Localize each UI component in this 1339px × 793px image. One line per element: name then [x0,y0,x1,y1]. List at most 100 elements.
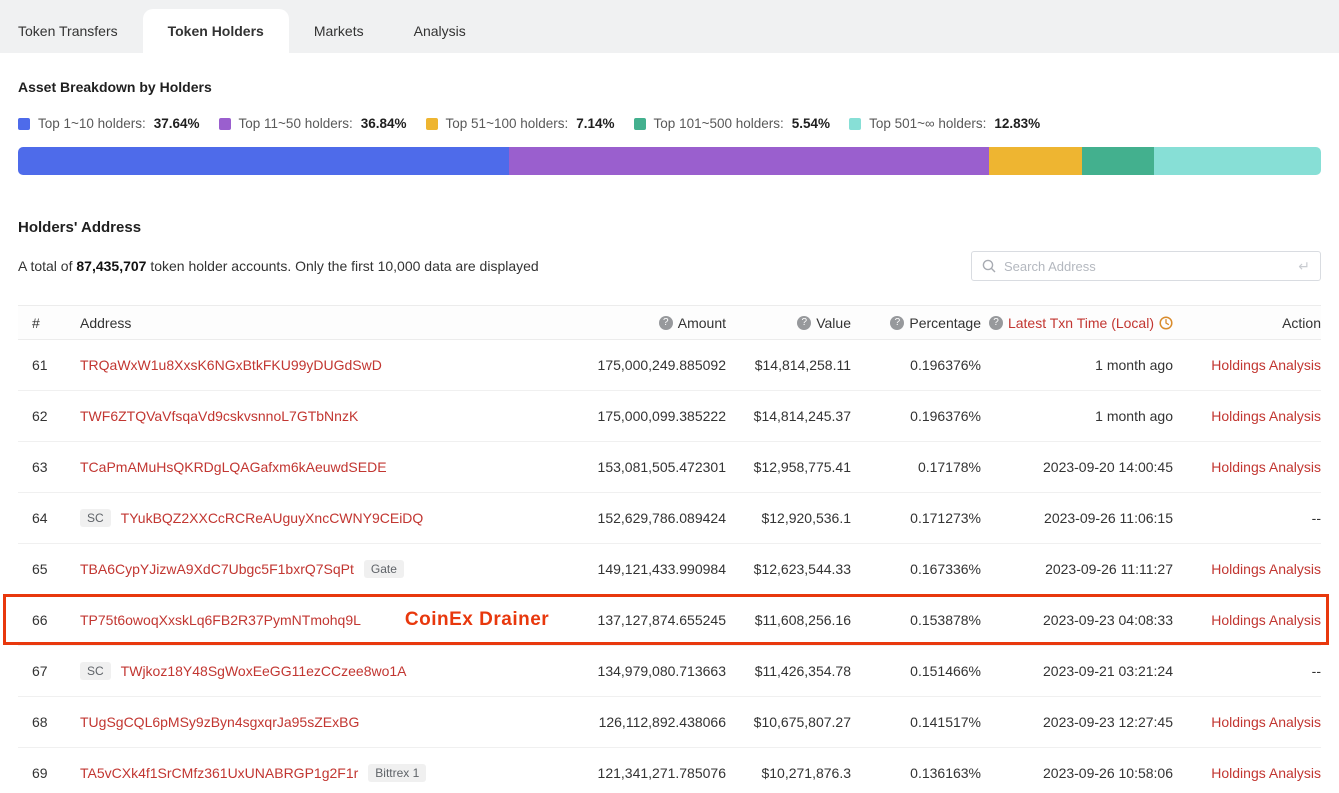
rank-cell: 63 [18,459,80,475]
legend-label: Top 101~500 holders: [654,116,784,131]
rank-cell: 65 [18,561,80,577]
address-link[interactable]: TP75t6owoqXxskLq6FB2R37PymNTmohq9L [80,612,361,628]
action-none: -- [1173,663,1321,679]
time-help-icon[interactable]: ? [989,316,1003,330]
holdings-analysis-link[interactable]: Holdings Analysis [1173,459,1321,475]
tab-token-transfers[interactable]: Token Transfers [18,9,143,53]
time-cell: 1 month ago [981,357,1173,373]
value-cell: $12,958,775.41 [726,459,851,475]
address-link[interactable]: TWF6ZTQVaVfsqaVd9cskvsnnoL7GTbNnzK [80,408,358,424]
value-cell: $14,814,258.11 [726,357,851,373]
col-action: Action [1173,315,1321,331]
table-row: 66 TP75t6owoqXxskLq6FB2R37PymNTmohq9L Co… [18,595,1321,646]
table-row: 61 TRQaWxW1u8XxsK6NGxBtkFKU99yDUGdSwD 17… [18,340,1321,391]
percentage-cell: 0.141517% [851,714,981,730]
table-row: 69 TA5vCXk4f1SrCMfz361UxUNABRGP1g2F1r Bi… [18,748,1321,793]
summary-row: A total of 87,435,707 token holder accou… [18,251,1321,281]
holdings-analysis-link[interactable]: Holdings Analysis [1173,612,1321,628]
distribution-segment [989,147,1082,175]
legend-item: Top 1~10 holders: 37.64% [18,116,200,131]
amount-cell: 149,121,433.990984 [536,561,726,577]
table-header: # Address ? Amount ? Value ? Percentage … [18,305,1321,340]
rank-cell: 66 [18,612,80,628]
time-cell: 2023-09-26 11:11:27 [981,561,1173,577]
holdings-analysis-link[interactable]: Holdings Analysis [1173,561,1321,577]
distribution-segment [1154,147,1321,175]
value-cell: $12,920,536.1 [726,510,851,526]
table-row: 64 SC TYukBQZ2XXCcRCReAUguyXncCWNY9CEiDQ… [18,493,1321,544]
col-address: Address [80,315,536,331]
clock-icon[interactable] [1159,316,1173,330]
rank-cell: 64 [18,510,80,526]
legend-color-swatch [634,118,646,130]
address-link[interactable]: TA5vCXk4f1SrCMfz361UxUNABRGP1g2F1r [80,765,358,781]
col-value: ? Value [726,315,851,331]
smart-contract-badge: SC [80,509,111,527]
search-address-input[interactable] [1004,259,1290,274]
col-amount: ? Amount [536,315,726,331]
holdings-analysis-link[interactable]: Holdings Analysis [1173,714,1321,730]
rank-cell: 68 [18,714,80,730]
exchange-tag: Gate [364,560,404,578]
tab-token-holders[interactable]: Token Holders [143,9,289,53]
address-cell: TBA6CypYJizwA9XdC7Ubgc5F1bxrQ7SqPt Gate [80,560,536,578]
address-link[interactable]: TUgSgCQL6pMSy9zByn4sgxqrJa95sZExBG [80,714,359,730]
legend-color-swatch [18,118,30,130]
asset-breakdown-title: Asset Breakdown by Holders [18,79,1321,95]
address-link[interactable]: TBA6CypYJizwA9XdC7Ubgc5F1bxrQ7SqPt [80,561,354,577]
summary-prefix: A total of [18,258,72,274]
address-link[interactable]: TRQaWxW1u8XxsK6NGxBtkFKU99yDUGdSwD [80,357,382,373]
table-row: 62 TWF6ZTQVaVfsqaVd9cskvsnnoL7GTbNnzK 17… [18,391,1321,442]
address-cell: SC TWjkoz18Y48SgWoxEeGG11ezCCzee8wo1A [80,662,536,680]
search-icon [982,259,996,273]
percentage-cell: 0.196376% [851,408,981,424]
holdings-analysis-link[interactable]: Holdings Analysis [1173,408,1321,424]
amount-cell: 121,341,271.785076 [536,765,726,781]
rank-cell: 67 [18,663,80,679]
address-cell: TA5vCXk4f1SrCMfz361UxUNABRGP1g2F1r Bittr… [80,764,536,782]
address-link[interactable]: TYukBQZ2XXCcRCReAUguyXncCWNY9CEiDQ [121,510,424,526]
amount-cell: 137,127,874.655245 [536,612,726,628]
percentage-cell: 0.136163% [851,765,981,781]
address-link[interactable]: TWjkoz18Y48SgWoxEeGG11ezCCzee8wo1A [121,663,407,679]
address-cell: TRQaWxW1u8XxsK6NGxBtkFKU99yDUGdSwD [80,357,536,373]
amount-cell: 126,112,892.438066 [536,714,726,730]
distribution-segment [509,147,989,175]
legend-item: Top 11~50 holders:36.84% [219,116,407,131]
legend-label: Top 1~10 holders: [38,116,146,131]
address-cell: TUgSgCQL6pMSy9zByn4sgxqrJa95sZExBG [80,714,536,730]
legend-color-swatch [219,118,231,130]
holdings-analysis-link[interactable]: Holdings Analysis [1173,765,1321,781]
holders-summary: A total of 87,435,707 token holder accou… [18,258,539,274]
time-cell: 2023-09-23 12:27:45 [981,714,1173,730]
legend-label: Top 51~100 holders: [446,116,569,131]
address-link[interactable]: TCaPmAMuHsQKRDgLQAGafxm6kAeuwdSEDE [80,459,387,475]
value-cell: $10,271,876.3 [726,765,851,781]
search-address-box[interactable]: ↵ [971,251,1321,281]
legend-value: 37.64% [154,116,200,131]
token-holders-panel: Asset Breakdown by Holders Top 1~10 hold… [0,79,1339,793]
percentage-help-icon[interactable]: ? [890,316,904,330]
percentage-cell: 0.171273% [851,510,981,526]
time-cell: 2023-09-23 04:08:33 [981,612,1173,628]
time-cell: 1 month ago [981,408,1173,424]
smart-contract-badge: SC [80,662,111,680]
tab-markets[interactable]: Markets [289,9,389,53]
col-latest-txn-time[interactable]: ? Latest Txn Time (Local) [981,315,1173,331]
holders-address-title: Holders' Address [18,219,1321,236]
holders-distribution-bar [18,147,1321,175]
holdings-analysis-link[interactable]: Holdings Analysis [1173,357,1321,373]
amount-cell: 175,000,249.885092 [536,357,726,373]
table-row: 68 TUgSgCQL6pMSy9zByn4sgxqrJa95sZExBG 12… [18,697,1321,748]
tab-bar: Token TransfersToken HoldersMarketsAnaly… [0,0,1339,53]
amount-help-icon[interactable]: ? [659,316,673,330]
holders-total-count: 87,435,707 [76,258,146,274]
legend-value: 7.14% [576,116,614,131]
annotation-label: CoinEx Drainer [405,609,549,631]
value-help-icon[interactable]: ? [797,316,811,330]
value-cell: $11,608,256.16 [726,612,851,628]
legend-item: Top 51~100 holders: 7.14% [426,116,615,131]
tab-analysis[interactable]: Analysis [389,9,491,53]
rank-cell: 61 [18,357,80,373]
amount-cell: 175,000,099.385222 [536,408,726,424]
